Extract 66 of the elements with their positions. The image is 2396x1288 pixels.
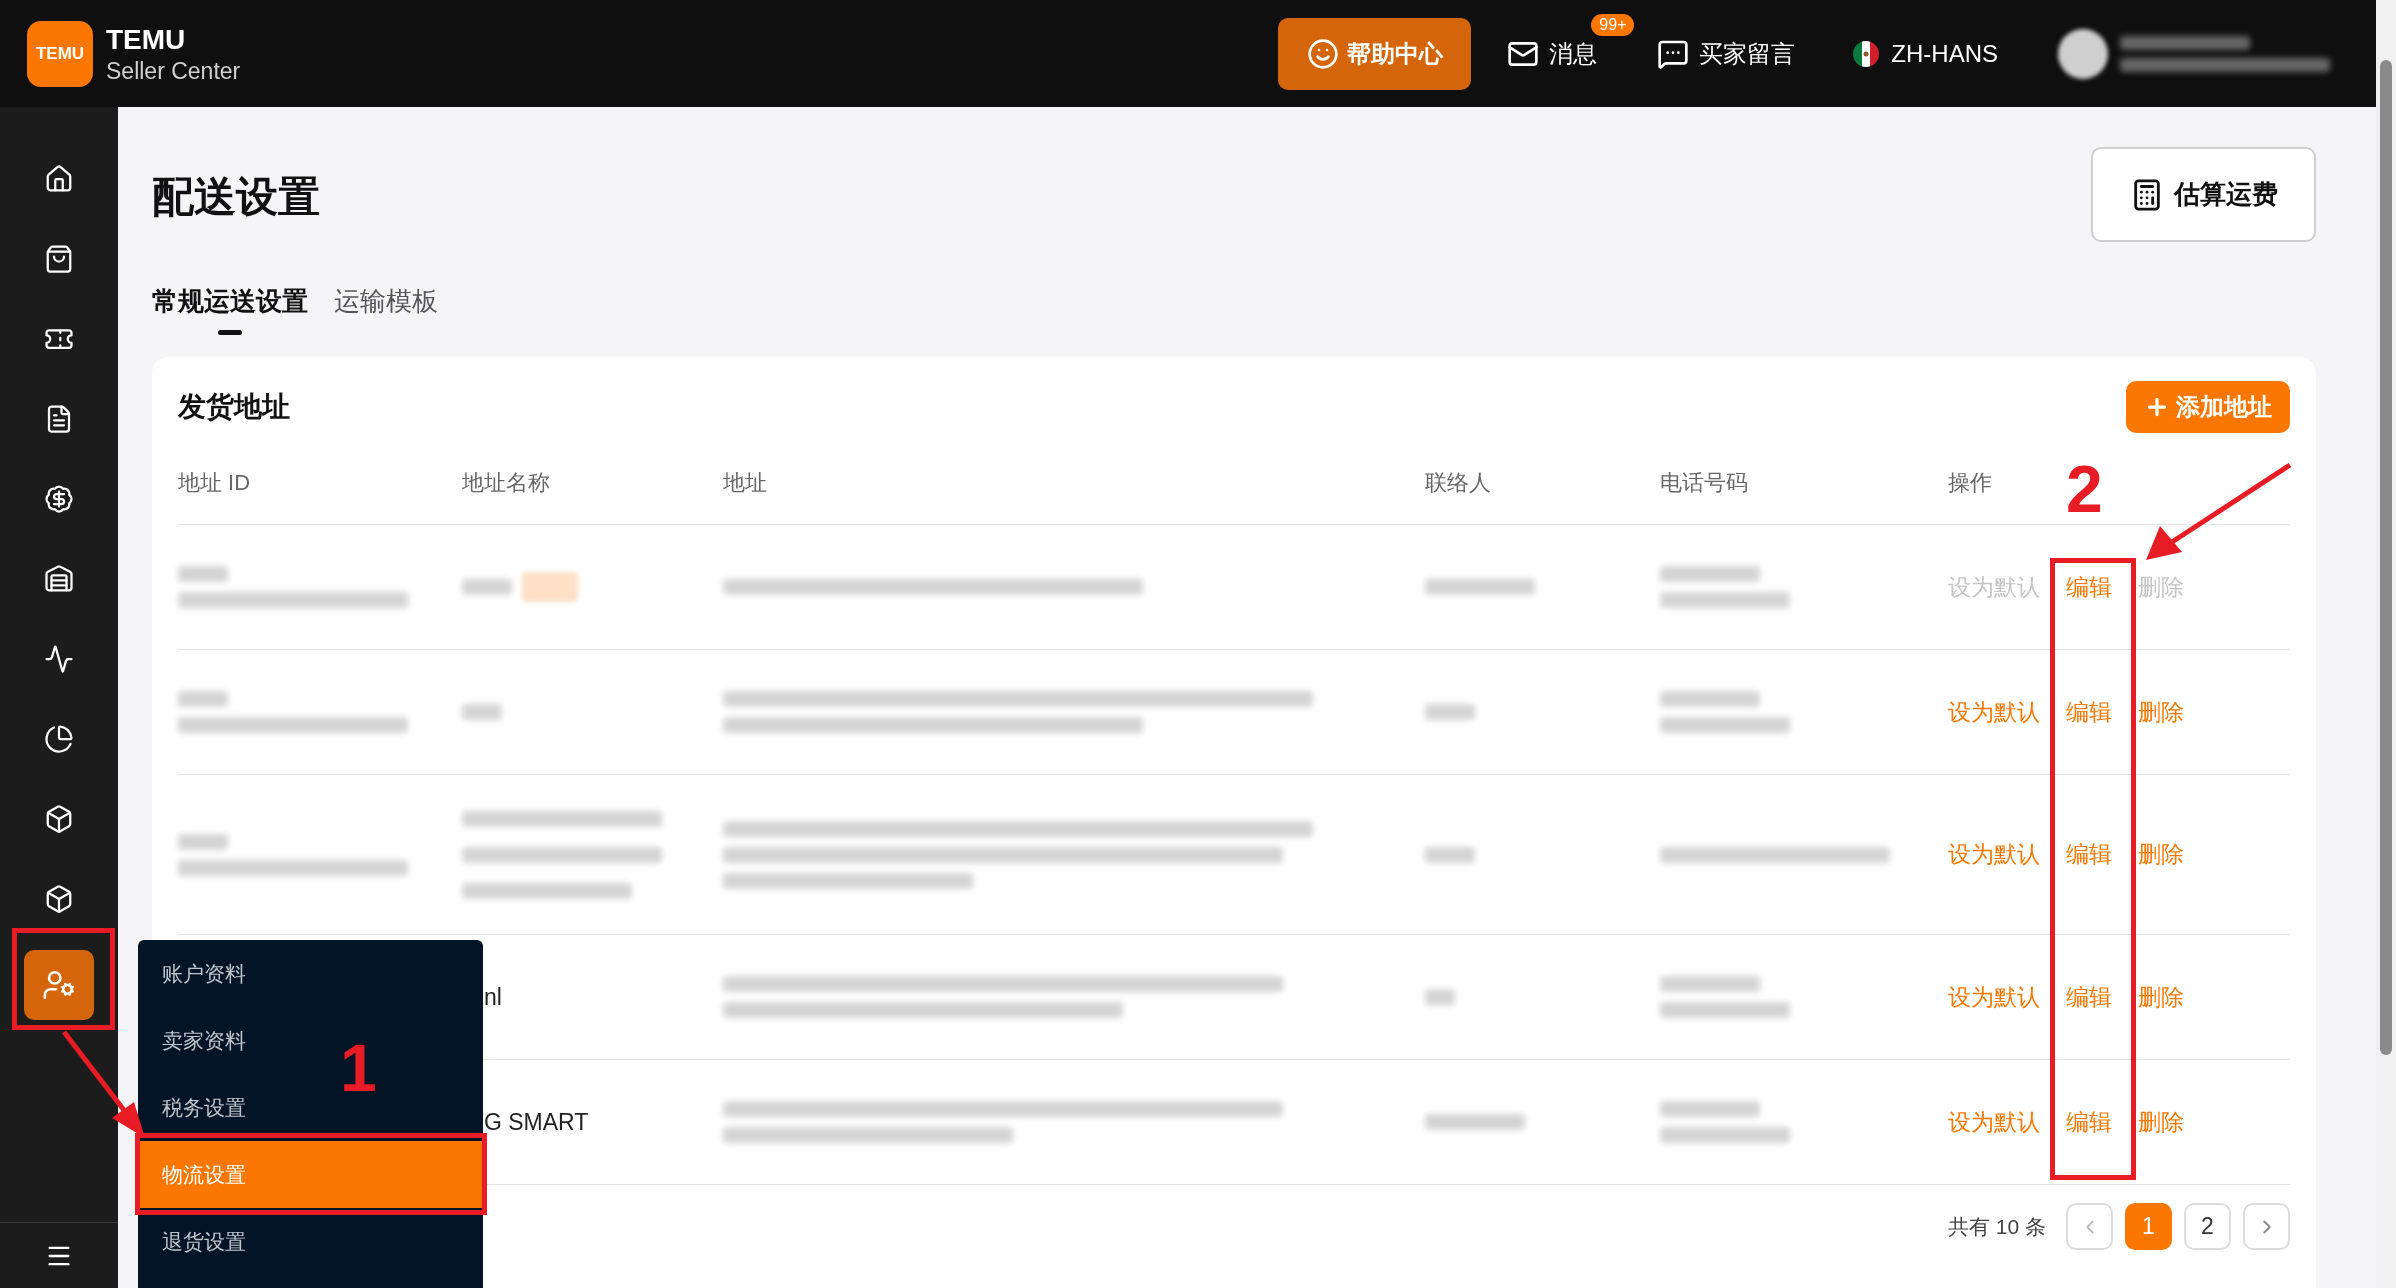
page-title: 配送设置 (152, 172, 320, 222)
box-icon (44, 884, 74, 914)
menu-item[interactable]: 物流设置 (138, 1141, 483, 1208)
page-button[interactable]: 2 (2184, 1203, 2231, 1250)
brand-subtitle: Seller Center (106, 56, 241, 86)
flag-icon (1853, 40, 1880, 67)
box-icon (44, 804, 74, 834)
action-link[interactable]: 设为默认 (1948, 837, 2040, 872)
help-center-button[interactable]: 帮助中心 (1278, 17, 1472, 90)
address-name: G SMART (483, 1107, 590, 1137)
total-count: 共有 10 条 (1947, 1213, 2046, 1240)
blurred-text (1425, 846, 1475, 863)
language-button[interactable]: ZH-HANS (1853, 35, 1998, 72)
action-link[interactable]: 设为默认 (1948, 1104, 2040, 1140)
action-link[interactable]: 设为默认 (1948, 694, 2040, 730)
notification-badge: 99+ (1591, 13, 1635, 36)
column-header: 地址 ID (178, 469, 251, 497)
column-header: 电话号码 (1660, 469, 1748, 497)
page-button[interactable]: 1 (2125, 1203, 2172, 1250)
warehouse-icon (44, 564, 74, 594)
action-link[interactable]: 编辑 (2066, 694, 2112, 730)
action-link[interactable]: 编辑 (2066, 837, 2112, 872)
blurred-text (1425, 989, 1455, 1005)
tab[interactable]: 常规运送设置 (152, 282, 308, 335)
messages-button[interactable]: 消息 (1507, 35, 1598, 72)
section-title: 发货地址 (178, 390, 290, 424)
blurred-text (178, 833, 228, 850)
action-link[interactable]: 删除 (2138, 979, 2184, 1015)
action-link[interactable]: 编辑 (2066, 979, 2112, 1015)
avatar[interactable] (2058, 28, 2108, 79)
shopping-bag-icon (44, 244, 74, 274)
blurred-text (178, 691, 228, 707)
column-header: 联络人 (1425, 469, 1491, 497)
brand-name: TEMU (106, 22, 187, 57)
blurred-text (462, 704, 502, 720)
sidebar-item[interactable] (24, 950, 94, 1020)
step-number: 1 (340, 1035, 377, 1101)
scrollbar[interactable] (2376, 0, 2396, 1288)
action-link[interactable]: 设为默认 (1948, 979, 2040, 1015)
blurred-tag (522, 572, 578, 602)
column-header: 地址 (723, 469, 767, 497)
buyer-messages-button[interactable]: 买家留言 (1657, 35, 1796, 72)
column-header: 地址名称 (462, 469, 550, 497)
blurred-text (1425, 704, 1475, 720)
trend-icon (44, 644, 74, 674)
menu-item[interactable]: 退货设置 (138, 1217, 483, 1266)
dollar-icon (44, 484, 74, 514)
address-name: nl (483, 982, 503, 1012)
chat-smile-icon (1306, 37, 1339, 70)
action-link[interactable]: 删除 (2138, 694, 2184, 730)
action-link[interactable]: 编辑 (2066, 1104, 2112, 1140)
blurred-text (462, 579, 512, 595)
action-link[interactable]: 删除 (2138, 1104, 2184, 1140)
step-number: 2 (2066, 456, 2103, 522)
home-icon (44, 164, 74, 194)
add-address-button[interactable]: 添加地址 (2126, 381, 2290, 433)
action-link[interactable]: 编辑 (2066, 569, 2112, 605)
logo-text: TEMU (35, 42, 85, 65)
action-link[interactable]: 删除 (2138, 837, 2184, 872)
menu-item[interactable]: 账户资料 (138, 949, 483, 998)
user-settings-icon (42, 968, 76, 1002)
pie-chart-icon (44, 724, 74, 754)
blurred-text (178, 566, 228, 582)
estimate-shipping-button[interactable]: 估算运费 (2091, 147, 2316, 242)
tab[interactable]: 运输模板 (334, 282, 438, 335)
column-header: 操作 (1948, 469, 1992, 497)
